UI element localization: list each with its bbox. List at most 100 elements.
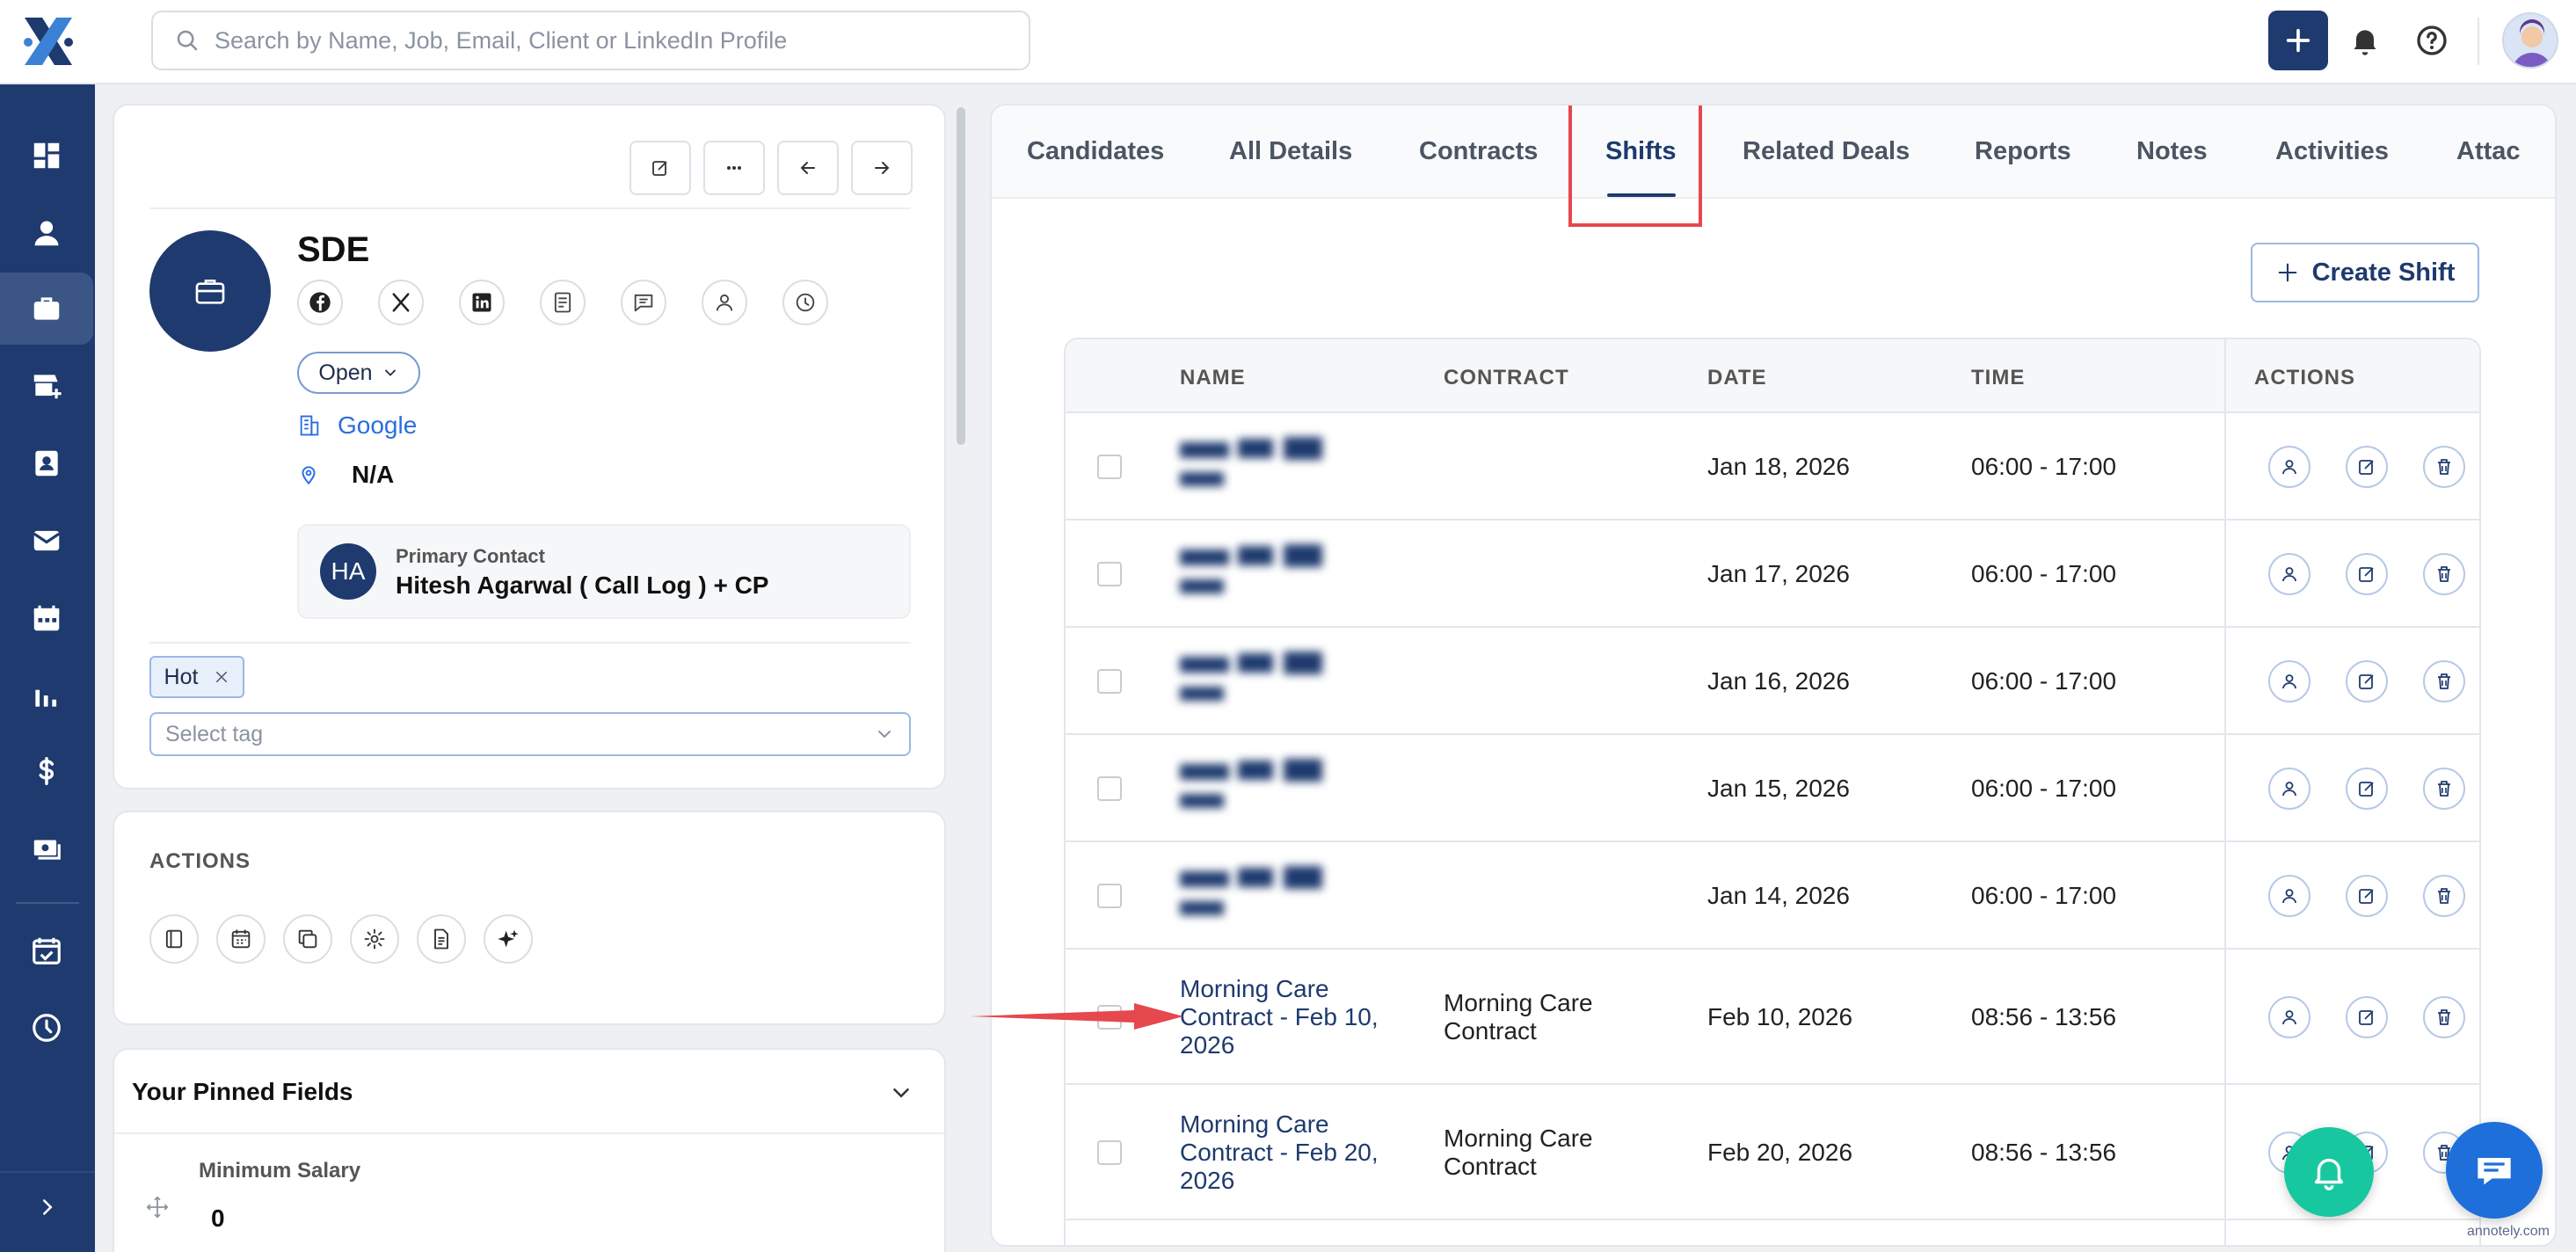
notifications-bell-icon[interactable]	[2347, 23, 2383, 58]
tab-related-deals[interactable]: Related Deals	[1743, 137, 1910, 166]
previous-job-button[interactable]	[777, 141, 839, 195]
tab-notes[interactable]: Notes	[2136, 137, 2208, 166]
tab-activities[interactable]: Activities	[2275, 137, 2389, 166]
calendar-check-icon	[33, 937, 61, 964]
tab-reports[interactable]: Reports	[1975, 137, 2071, 166]
edit-shift-button[interactable]	[2346, 875, 2388, 917]
facebook-link[interactable]	[297, 280, 343, 325]
edit-shift-button[interactable]	[2346, 768, 2388, 810]
table-row[interactable]: Jan 18, 2026 06:00 - 17:00	[1066, 413, 2479, 520]
row-checkbox[interactable]	[1097, 669, 1122, 694]
notes-link[interactable]	[540, 280, 586, 325]
left-panel-scrollbar[interactable]	[957, 107, 965, 445]
chat-support-fab[interactable]	[2446, 1122, 2543, 1219]
delete-shift-button[interactable]	[2423, 875, 2465, 917]
nav-clients[interactable]	[0, 350, 93, 422]
tab-candidates[interactable]: Candidates	[1027, 137, 1164, 166]
action-document-button[interactable]	[417, 914, 466, 964]
primary-contact-name[interactable]: Hitesh Agarwal ( Call Log ) + CP	[396, 571, 768, 600]
nav-reports[interactable]	[0, 659, 93, 732]
history-link[interactable]	[782, 280, 828, 325]
search-input[interactable]	[215, 26, 1029, 55]
assign-shift-button[interactable]	[2268, 446, 2310, 488]
column-header-time[interactable]: TIME	[1971, 366, 2025, 390]
assign-shift-button[interactable]	[2268, 660, 2310, 702]
user-avatar[interactable]	[2502, 12, 2558, 69]
create-shift-button[interactable]: Create Shift	[2251, 243, 2479, 302]
owner-link[interactable]	[702, 280, 747, 325]
table-row[interactable]: Jan 17, 2026 06:00 - 17:00	[1066, 520, 2479, 628]
company-link[interactable]: Google	[338, 411, 417, 440]
primary-contact-card[interactable]: HA Primary Contact Hitesh Agarwal ( Call…	[297, 524, 911, 619]
more-options-button[interactable]	[703, 141, 765, 195]
contract-cell: Morning Care Contract	[1444, 1125, 1593, 1180]
next-job-button[interactable]	[851, 141, 913, 195]
tab-attachments[interactable]: Attac	[2456, 137, 2521, 166]
nav-jobs[interactable]	[0, 273, 93, 345]
table-row[interactable]: Jan 15, 2026 06:00 - 17:00	[1066, 735, 2479, 842]
row-checkbox[interactable]	[1097, 455, 1122, 479]
quick-add-button[interactable]	[2268, 11, 2328, 70]
close-icon[interactable]	[214, 669, 229, 685]
assign-shift-button[interactable]	[2268, 996, 2310, 1038]
edit-shift-button[interactable]	[2346, 660, 2388, 702]
sidebar-expand-button[interactable]	[0, 1171, 95, 1241]
arrow-right-icon	[875, 162, 890, 174]
row-checkbox[interactable]	[1097, 776, 1122, 801]
delete-shift-button[interactable]	[2423, 768, 2465, 810]
table-row[interactable]: Jan 14, 2026 06:00 - 17:00	[1066, 842, 2479, 950]
drag-handle-icon[interactable]	[144, 1194, 171, 1220]
row-checkbox[interactable]	[1097, 884, 1122, 908]
action-duplicate-button[interactable]	[283, 914, 332, 964]
delete-shift-button[interactable]	[2423, 996, 2465, 1038]
linkedin-link[interactable]	[459, 280, 505, 325]
delete-shift-button[interactable]	[2423, 553, 2465, 595]
column-header-date[interactable]: DATE	[1707, 366, 1767, 390]
table-row[interactable]: Morning Care Contract - Feb 10, 2026 Morn…	[1066, 950, 2479, 1085]
message-link[interactable]	[621, 280, 666, 325]
nav-calendar[interactable]	[0, 582, 93, 654]
nav-contacts[interactable]	[0, 427, 93, 499]
row-checkbox[interactable]	[1097, 562, 1122, 586]
column-header-contract[interactable]: CONTRACT	[1444, 366, 1569, 390]
help-icon[interactable]	[2414, 23, 2449, 58]
app-logo[interactable]	[16, 9, 81, 74]
nav-dashboard[interactable]	[0, 120, 93, 192]
assign-shift-button[interactable]	[2268, 768, 2310, 810]
action-ai-button[interactable]	[484, 914, 533, 964]
assign-shift-button[interactable]	[2268, 875, 2310, 917]
delete-shift-button[interactable]	[2423, 446, 2465, 488]
action-sidebar-button[interactable]	[149, 914, 199, 964]
nav-history[interactable]	[0, 992, 93, 1064]
edit-shift-button[interactable]	[2346, 553, 2388, 595]
table-row[interactable]: Morning Care Contract - Feb 20, 2026 Morn…	[1066, 1085, 2479, 1220]
tag-select[interactable]: Select tag	[149, 712, 911, 756]
notification-fab[interactable]	[2284, 1127, 2374, 1217]
column-header-name[interactable]: NAME	[1180, 366, 1246, 390]
edit-icon	[2359, 460, 2374, 475]
status-dropdown[interactable]: Open	[297, 352, 420, 394]
row-checkbox[interactable]	[1097, 1140, 1122, 1165]
tab-contracts[interactable]: Contracts	[1419, 137, 1538, 166]
tab-all-details[interactable]: All Details	[1229, 137, 1352, 166]
x-twitter-link[interactable]	[378, 280, 424, 325]
global-search[interactable]	[151, 11, 1030, 70]
action-settings-button[interactable]	[350, 914, 399, 964]
edit-icon	[652, 161, 667, 176]
assign-shift-button[interactable]	[2268, 553, 2310, 595]
shift-name-link[interactable]: Morning Care Contract - Feb 20, 2026	[1180, 1110, 1417, 1195]
nav-mail[interactable]	[0, 505, 93, 577]
nav-payroll[interactable]	[0, 812, 93, 884]
edit-shift-button[interactable]	[2346, 446, 2388, 488]
nav-tasks[interactable]	[0, 914, 93, 986]
delete-shift-button[interactable]	[2423, 660, 2465, 702]
edit-job-button[interactable]	[629, 141, 691, 195]
shift-name-link[interactable]: Morning Care Contract - Feb 10, 2026	[1180, 975, 1417, 1059]
action-schedule-button[interactable]	[216, 914, 266, 964]
collapse-pinned-button[interactable]	[888, 1080, 914, 1106]
edit-shift-button[interactable]	[2346, 996, 2388, 1038]
time-cell: 06:00 - 17:00	[1971, 453, 2117, 480]
nav-billing[interactable]	[0, 735, 93, 807]
nav-candidates[interactable]	[0, 197, 93, 269]
table-row[interactable]: Jan 16, 2026 06:00 - 17:00	[1066, 628, 2479, 735]
